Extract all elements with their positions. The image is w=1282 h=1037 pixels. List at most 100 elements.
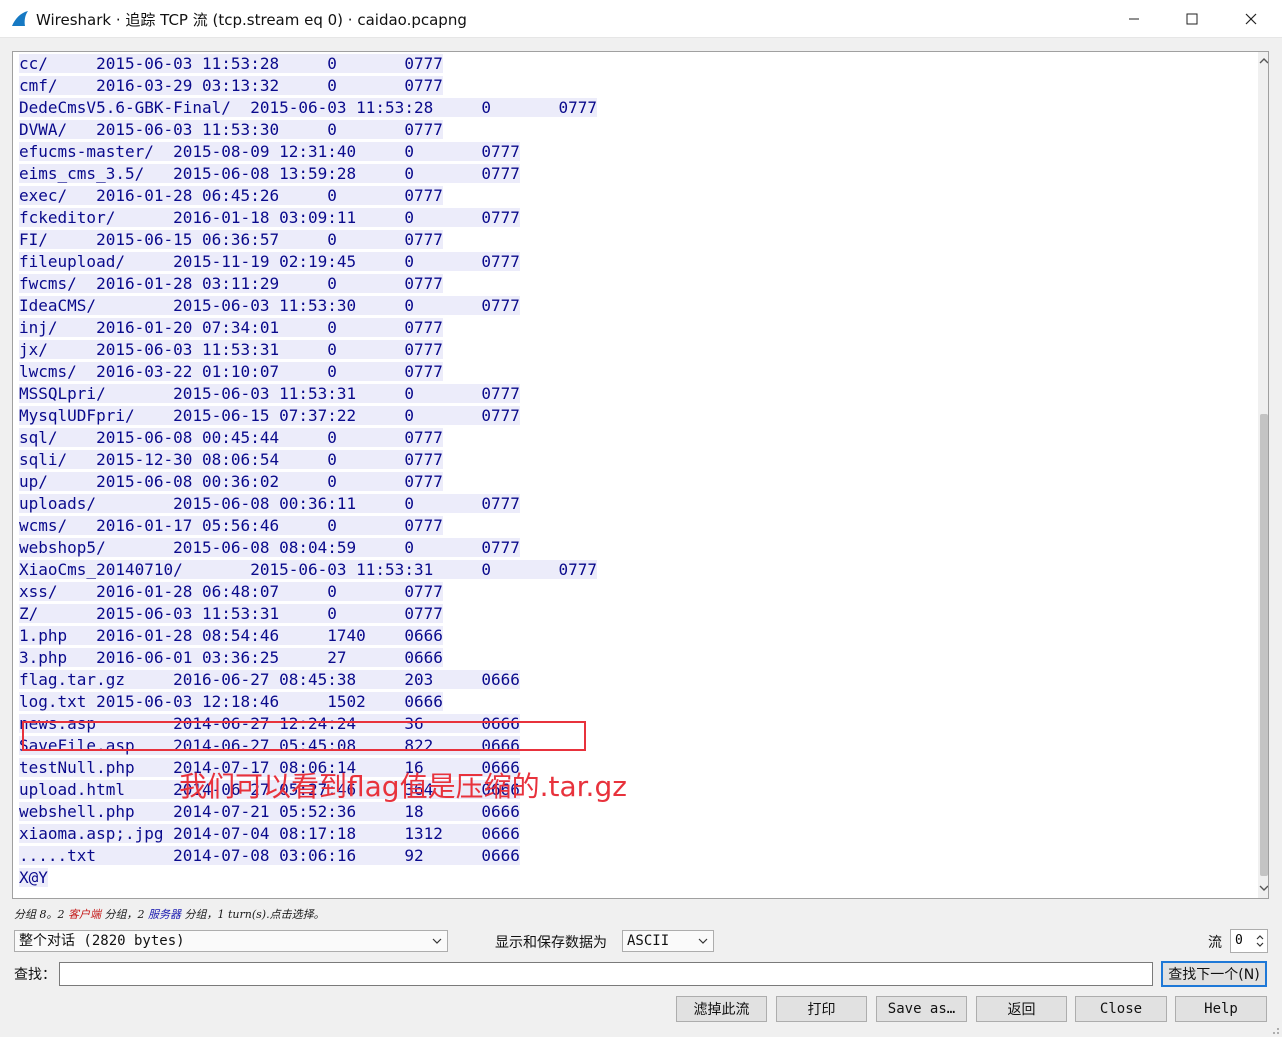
stream-line-text: uploads/ 2015-06-08 00:36:11 0 0777 <box>19 494 520 513</box>
stream-line-text: exec/ 2016-01-28 06:45:26 0 0777 <box>19 186 443 205</box>
stream-line-text: X@Y <box>19 868 48 887</box>
back-button[interactable]: 返回 <box>976 996 1067 1022</box>
stream-line: DVWA/ 2015-06-03 11:53:30 0 0777 <box>19 119 597 141</box>
help-button[interactable]: Help <box>1175 996 1267 1022</box>
stream-line: 1.php 2016-01-28 08:54:46 1740 0666 <box>19 625 597 647</box>
stream-line-text: fileupload/ 2015-11-19 02:19:45 0 0777 <box>19 252 520 271</box>
stream-line-text: xiaoma.asp;.jpg 2014-07-04 08:17:18 1312… <box>19 824 520 843</box>
stream-line-text: DVWA/ 2015-06-03 11:53:30 0 0777 <box>19 120 443 139</box>
wireshark-fin-icon <box>12 11 28 26</box>
stream-line: Z/ 2015-06-03 11:53:31 0 0777 <box>19 603 597 625</box>
format-select[interactable]: ASCII <box>622 930 714 952</box>
window-title: Wireshark · 追踪 TCP 流 (tcp.stream eq 0) ·… <box>36 11 467 29</box>
stream-number-value: 0 <box>1235 933 1243 948</box>
stream-content[interactable]: cc/ 2015-06-03 11:53:28 0 0777 cmf/ 2016-… <box>12 51 1269 899</box>
filter-out-button[interactable]: 滤掉此流 <box>676 996 767 1022</box>
print-button[interactable]: 打印 <box>776 996 867 1022</box>
scroll-up-icon[interactable] <box>1258 55 1269 67</box>
stream-line-text: XiaoCms_20140710/ 2015-06-03 11:53:31 0 … <box>19 560 597 579</box>
stream-line: uploads/ 2015-06-08 00:36:11 0 0777 <box>19 493 597 515</box>
stream-line-text: xss/ 2016-01-28 06:48:07 0 0777 <box>19 582 443 601</box>
minimize-button[interactable] <box>1111 0 1157 38</box>
annotation-text: 我们可以看到flag值是压缩的.tar.gz <box>179 770 627 803</box>
conversation-value: 整个对话 (2820 bytes) <box>19 933 185 949</box>
stream-line-text: fckeditor/ 2016-01-18 03:09:11 0 0777 <box>19 208 520 227</box>
stream-line-text: 3.php 2016-06-01 03:36:25 27 0666 <box>19 648 443 667</box>
status-server: 服务器 <box>148 908 181 921</box>
find-label: 查找： <box>14 967 56 983</box>
title-bar: Wireshark · 追踪 TCP 流 (tcp.stream eq 0) ·… <box>0 0 1282 38</box>
close-button[interactable]: Close <box>1075 996 1167 1022</box>
maximize-button[interactable] <box>1169 0 1215 38</box>
stream-line-text: 1.php 2016-01-28 08:54:46 1740 0666 <box>19 626 443 645</box>
flag-highlight-box <box>22 721 586 751</box>
stream-line-text: fwcms/ 2016-01-28 03:11:29 0 0777 <box>19 274 443 293</box>
save-as-button[interactable]: Save as… <box>876 996 967 1022</box>
stream-line: inj/ 2016-01-20 07:34:01 0 0777 <box>19 317 597 339</box>
stream-line: webshop5/ 2015-06-08 08:04:59 0 0777 <box>19 537 597 559</box>
stream-line-text: webshop5/ 2015-06-08 08:04:59 0 0777 <box>19 538 520 557</box>
stream-line: log.txt 2015-06-03 12:18:46 1502 0666 <box>19 691 597 713</box>
stream-line: wcms/ 2016-01-17 05:56:46 0 0777 <box>19 515 597 537</box>
stream-line: flag.tar.gz 2016-06-27 08:45:38 203 0666 <box>19 669 597 691</box>
stream-line: eims_cms_3.5/ 2015-06-08 13:59:28 0 0777 <box>19 163 597 185</box>
conversation-select[interactable]: 整个对话 (2820 bytes) <box>14 930 448 952</box>
stream-line: efucms-master/ 2015-08-09 12:31:40 0 077… <box>19 141 597 163</box>
find-input[interactable] <box>59 962 1153 986</box>
stream-line: MSSQLpri/ 2015-06-03 11:53:31 0 0777 <box>19 383 597 405</box>
stream-line-text: sqli/ 2015-12-30 08:06:54 0 0777 <box>19 450 443 469</box>
stream-line-text: Z/ 2015-06-03 11:53:31 0 0777 <box>19 604 443 623</box>
stream-line-text: efucms-master/ 2015-08-09 12:31:40 0 077… <box>19 142 520 161</box>
chevron-down-icon <box>698 938 708 944</box>
stream-line-text: eims_cms_3.5/ 2015-06-08 13:59:28 0 0777 <box>19 164 520 183</box>
stream-text: cc/ 2015-06-03 11:53:28 0 0777 cmf/ 2016-… <box>19 53 597 889</box>
stream-line-text: log.txt 2015-06-03 12:18:46 1502 0666 <box>19 692 443 711</box>
stream-line: cmf/ 2016-03-29 03:13:32 0 0777 <box>19 75 597 97</box>
stream-line-text: sql/ 2015-06-08 00:45:44 0 0777 <box>19 428 443 447</box>
stream-line: DedeCmsV5.6-GBK-Final/ 2015-06-03 11:53:… <box>19 97 597 119</box>
find-next-button[interactable]: 查找下一个(N) <box>1161 961 1267 987</box>
stream-line: jx/ 2015-06-03 11:53:31 0 0777 <box>19 339 597 361</box>
stream-line: fwcms/ 2016-01-28 03:11:29 0 0777 <box>19 273 597 295</box>
scrollbar-thumb[interactable] <box>1260 414 1268 876</box>
stream-line: .....txt 2014-07-08 03:06:16 92 0666 <box>19 845 597 867</box>
stream-line: xss/ 2016-01-28 06:48:07 0 0777 <box>19 581 597 603</box>
stream-line-text: cmf/ 2016-03-29 03:13:32 0 0777 <box>19 76 443 95</box>
stream-line-text: DedeCmsV5.6-GBK-Final/ 2015-06-03 11:53:… <box>19 98 597 117</box>
stream-line-text: wcms/ 2016-01-17 05:56:46 0 0777 <box>19 516 443 535</box>
stream-line: fileupload/ 2015-11-19 02:19:45 0 0777 <box>19 251 597 273</box>
close-window-button[interactable] <box>1228 0 1274 38</box>
stream-line-text: up/ 2015-06-08 00:36:02 0 0777 <box>19 472 443 491</box>
stream-line: FI/ 2015-06-15 06:36:57 0 0777 <box>19 229 597 251</box>
stream-line-text: MysqlUDFpri/ 2015-06-15 07:37:22 0 0777 <box>19 406 520 425</box>
status-client: 客户端 <box>68 908 101 921</box>
stream-line: IdeaCMS/ 2015-06-03 11:53:30 0 0777 <box>19 295 597 317</box>
chevron-down-icon <box>432 938 442 944</box>
stream-line: cc/ 2015-06-03 11:53:28 0 0777 <box>19 53 597 75</box>
scroll-down-icon[interactable] <box>1258 882 1269 894</box>
stream-line-text: jx/ 2015-06-03 11:53:31 0 0777 <box>19 340 443 359</box>
stream-line-text: lwcms/ 2016-03-22 01:10:07 0 0777 <box>19 362 443 381</box>
close-icon <box>1245 13 1257 25</box>
spinner-arrows-icon[interactable] <box>1254 931 1266 951</box>
stream-line: lwcms/ 2016-03-22 01:10:07 0 0777 <box>19 361 597 383</box>
stream-line: sql/ 2015-06-08 00:45:44 0 0777 <box>19 427 597 449</box>
stream-line: up/ 2015-06-08 00:36:02 0 0777 <box>19 471 597 493</box>
stream-line: 3.php 2016-06-01 03:36:25 27 0666 <box>19 647 597 669</box>
stream-line-text: IdeaCMS/ 2015-06-03 11:53:30 0 0777 <box>19 296 520 315</box>
resize-grip-icon[interactable] <box>1268 1023 1280 1035</box>
maximize-icon <box>1186 13 1198 25</box>
status-middle: 分组，2 <box>101 908 148 921</box>
stream-line: exec/ 2016-01-28 06:45:26 0 0777 <box>19 185 597 207</box>
stream-line: XiaoCms_20140710/ 2015-06-03 11:53:31 0 … <box>19 559 597 581</box>
minimize-icon <box>1129 18 1139 20</box>
vertical-scrollbar[interactable] <box>1258 52 1269 898</box>
stream-number-label: 流 <box>1208 935 1222 951</box>
status-suffix: 分组，1 turn(s).点击选择。 <box>181 908 325 921</box>
stream-number-spinner[interactable]: 0 <box>1230 929 1268 953</box>
packet-status[interactable]: 分组 8。2 客户端 分组，2 服务器 分组，1 turn(s).点击选择。 <box>14 906 325 922</box>
stream-line: MysqlUDFpri/ 2015-06-15 07:37:22 0 0777 <box>19 405 597 427</box>
stream-line-text: .....txt 2014-07-08 03:06:16 92 0666 <box>19 846 520 865</box>
stream-line-text: flag.tar.gz 2016-06-27 08:45:38 203 0666 <box>19 670 520 689</box>
stream-line: xiaoma.asp;.jpg 2014-07-04 08:17:18 1312… <box>19 823 597 845</box>
